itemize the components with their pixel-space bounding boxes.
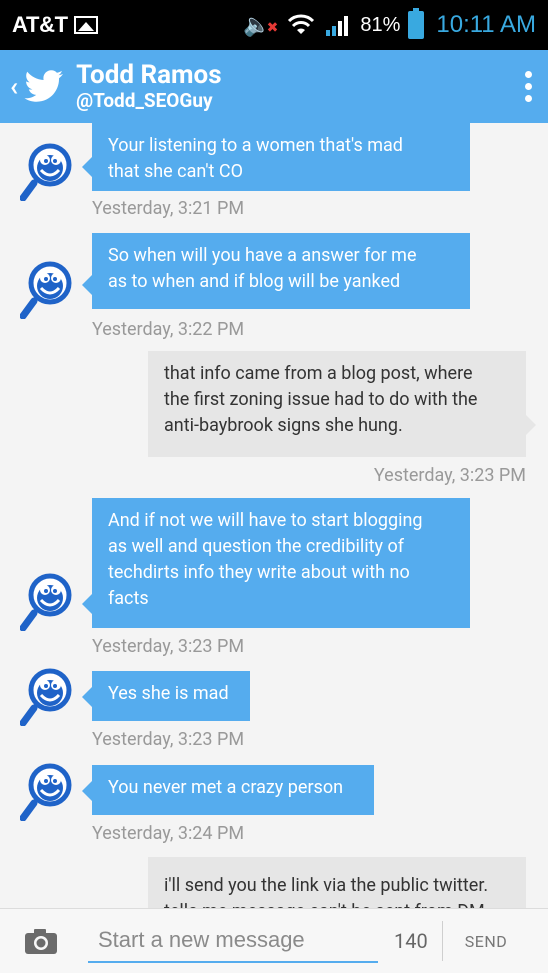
message-text-line: tells me message can't be sent from DM: [164, 899, 510, 908]
message-bubble[interactable]: Yes she is mad: [82, 671, 250, 721]
divider: [441, 921, 443, 961]
message-timestamp: Yesterday, 3:22 PM: [92, 319, 245, 340]
message-text-line: Yes she is mad: [108, 683, 229, 704]
message-text-line: Your listening to a women that's mad: [108, 135, 403, 156]
message-list[interactable]: Your listening to a women that's mad tha…: [0, 123, 548, 908]
message-bubble[interactable]: So when will you have a answer for me as…: [82, 233, 470, 309]
message-text-line: that info came from a blog post, where: [164, 363, 473, 384]
message-timestamp: Yesterday, 3:21 PM: [92, 198, 245, 219]
message-timestamp: Yesterday, 3:23 PM: [373, 465, 526, 486]
message-bubble[interactable]: And if not we will have to start bloggin…: [82, 498, 470, 628]
message-bubble[interactable]: You never met a crazy person: [82, 765, 374, 815]
battery-icon: [408, 8, 425, 39]
message-text-line: And if not we will have to start bloggin…: [108, 510, 423, 531]
status-indicators: 🔈✖ 81% 10:11 AM: [243, 8, 536, 39]
overflow-menu-icon[interactable]: [525, 71, 532, 102]
message-text-line: You never met a crazy person: [108, 777, 344, 798]
message-text-line: anti-baybrook signs she hung.: [164, 415, 403, 436]
message-timestamp: Yesterday, 3:23 PM: [92, 729, 245, 750]
message-bubble-outgoing[interactable]: that info came from a blog post, where t…: [148, 351, 536, 457]
message-text-line: techdirts info they write about with no: [108, 562, 410, 583]
avatar-icon[interactable]: [20, 763, 72, 821]
message-timestamp: Yesterday, 3:23 PM: [92, 636, 245, 657]
battery-percent: 81%: [360, 13, 401, 36]
contact-name: Todd Ramos: [76, 59, 222, 90]
send-button[interactable]: SEND: [465, 932, 508, 951]
message-text-line: i'll send you the link via the public tw…: [164, 875, 489, 896]
camera-icon[interactable]: [24, 927, 58, 955]
new-message-input[interactable]: [88, 919, 378, 963]
conversation-header: ‹ Todd Ramos @Todd_SEOGuy: [0, 50, 548, 123]
contact-handle: @Todd_SEOGuy: [76, 88, 213, 112]
message-text-line: as well and question the credibility of: [108, 536, 404, 557]
avatar-icon[interactable]: [20, 143, 72, 201]
back-icon[interactable]: ‹: [10, 72, 18, 102]
clock: 10:11 AM: [436, 11, 536, 38]
message-text-line: So when will you have a answer for me: [108, 245, 417, 266]
composer-bar: 140 SEND: [0, 908, 548, 973]
mute-icon: 🔈✖: [243, 12, 279, 37]
status-bar: AT&T 🔈✖ 81% 10:11 AM: [0, 0, 548, 50]
wifi-icon: [288, 14, 315, 34]
twitter-bird-icon[interactable]: [24, 69, 64, 104]
message-bubble-outgoing[interactable]: i'll send you the link via the public tw…: [148, 857, 526, 908]
message-bubble[interactable]: Your listening to a women that's mad tha…: [82, 123, 470, 191]
message-text-line: as to when and if blog will be yanked: [108, 271, 401, 292]
message-text-line: that she can't CO: [108, 161, 243, 182]
message-timestamp: Yesterday, 3:24 PM: [92, 823, 245, 844]
gallery-notification-icon: [73, 16, 98, 34]
message-text-line: the first zoning issue had to do with th…: [164, 389, 478, 410]
header-names: Todd Ramos @Todd_SEOGuy: [76, 61, 221, 113]
carrier-label: AT&T: [12, 12, 68, 37]
character-counter: 140: [394, 929, 428, 953]
avatar-icon[interactable]: [20, 668, 72, 726]
message-text-line: facts: [108, 588, 149, 609]
avatar-icon[interactable]: [20, 261, 72, 319]
avatar-icon[interactable]: [20, 573, 72, 631]
signal-icon: [326, 16, 349, 36]
